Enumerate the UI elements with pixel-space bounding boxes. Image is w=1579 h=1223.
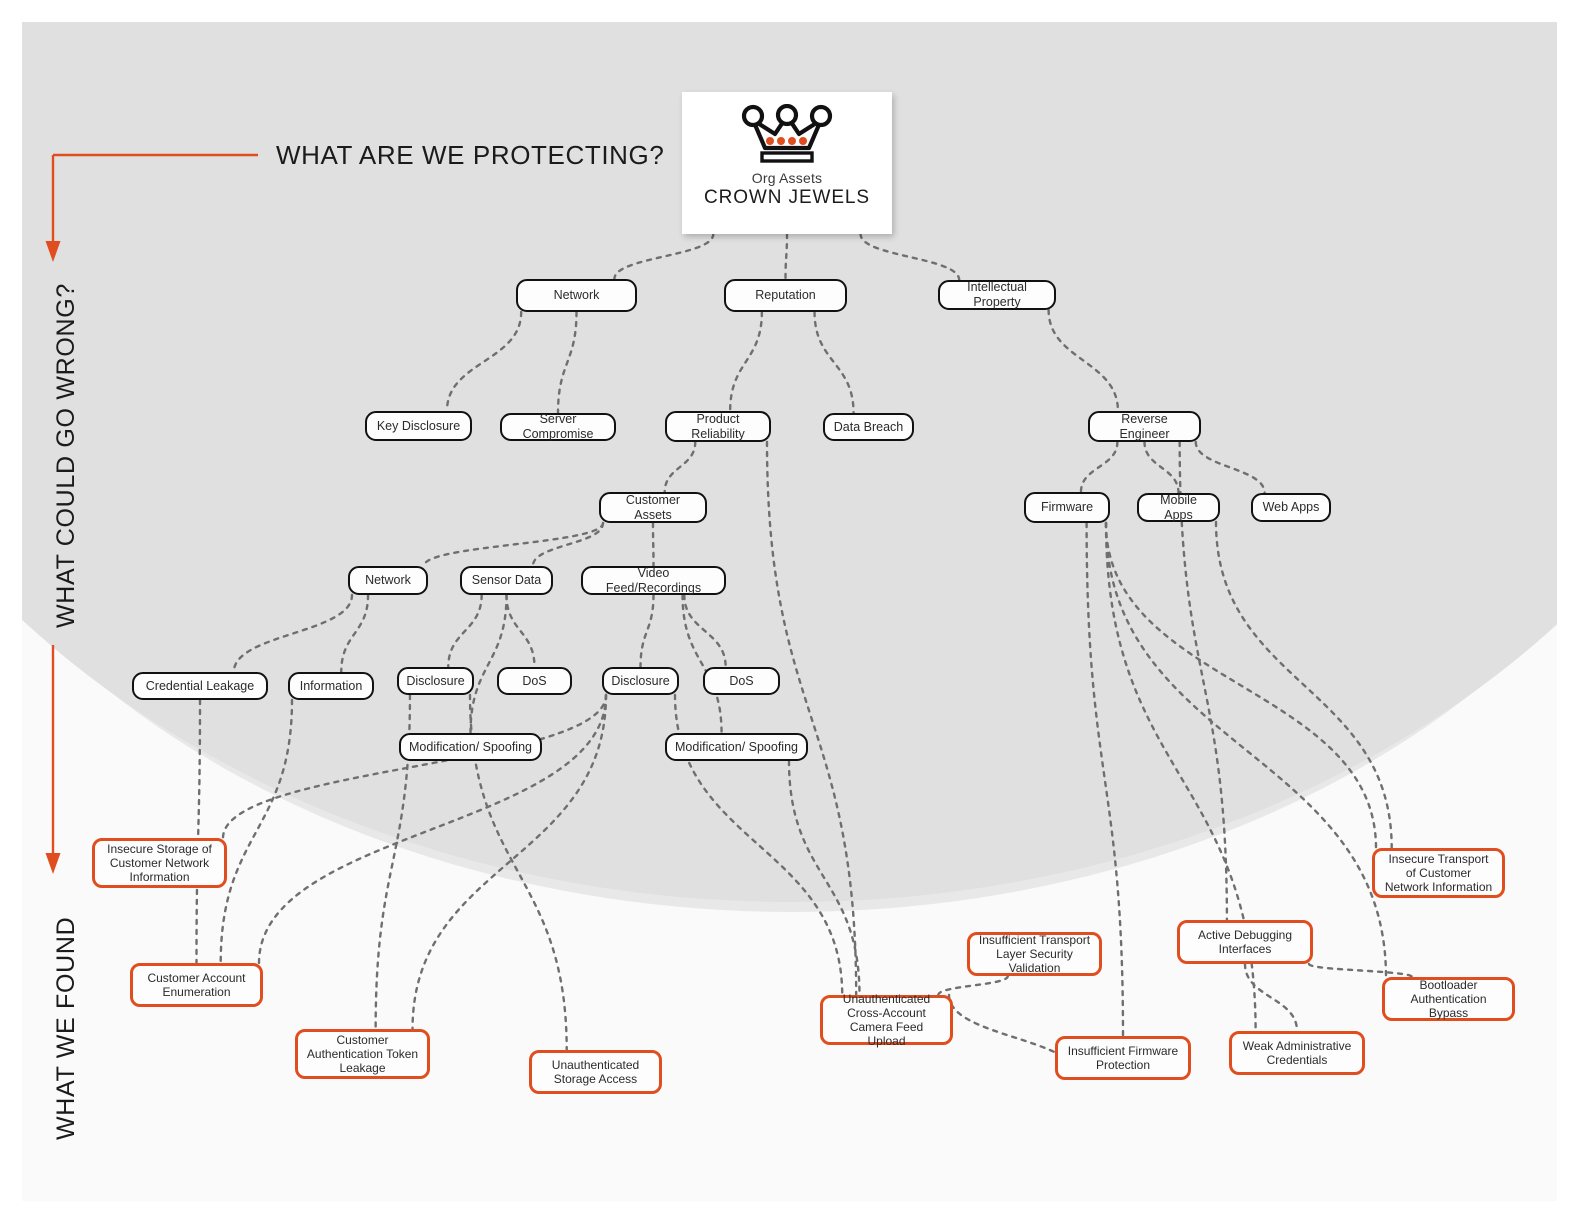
node-label: Network: [553, 288, 600, 303]
node-label: Data Breach: [833, 419, 904, 434]
node-network_cust[interactable]: Network: [348, 566, 428, 595]
node-bootloader_bypass[interactable]: Bootloader Authentication Bypass: [1382, 977, 1515, 1021]
node-label: Key Disclosure: [376, 418, 461, 433]
node-insecure_storage[interactable]: Insecure Storage of Customer Network Inf…: [92, 838, 227, 888]
node-label: Information: [299, 678, 363, 693]
node-label: Insecure Storage of Customer Network Inf…: [107, 841, 212, 885]
node-weak_admin[interactable]: Weak Administrative Credentials: [1229, 1031, 1365, 1075]
node-label: Product Reliability: [691, 411, 745, 441]
node-label: Customer Account Enumeration: [147, 970, 246, 999]
node-mod_spoof_1[interactable]: Modification/ Spoofing: [399, 733, 542, 761]
node-label: Unauthenticated Storage Access: [551, 1057, 640, 1086]
node-label: Weak Administrative Credentials: [1242, 1038, 1352, 1067]
node-label: Modification/ Spoofing: [675, 739, 798, 754]
node-reverse_engineer[interactable]: Reverse Engineer: [1088, 411, 1201, 442]
node-data_breach[interactable]: Data Breach: [823, 413, 914, 441]
node-label: Active Debugging Interfaces: [1197, 927, 1293, 956]
node-disclosure_1[interactable]: Disclosure: [397, 667, 474, 695]
node-mobile_apps[interactable]: Mobile Apps: [1137, 493, 1220, 522]
node-cust_auth_token[interactable]: Customer Authentication Token Leakage: [295, 1029, 430, 1079]
node-label: DoS: [729, 673, 754, 688]
node-insufficient_firmware[interactable]: Insufficient Firmware Protection: [1055, 1036, 1191, 1080]
node-label: Insufficient Transport Layer Security Va…: [978, 932, 1091, 976]
node-product_reliability[interactable]: Product Reliability: [665, 411, 771, 442]
node-web_apps[interactable]: Web Apps: [1251, 493, 1331, 522]
node-label: Video Feed/Recordings: [605, 565, 702, 595]
node-label: Network: [365, 573, 411, 588]
node-active_debugging[interactable]: Active Debugging Interfaces: [1177, 920, 1313, 964]
node-label: Mobile Apps: [1160, 492, 1197, 522]
node-dos_1[interactable]: DoS: [497, 667, 572, 695]
node-label: Reverse Engineer: [1119, 411, 1170, 441]
node-mod_spoof_2[interactable]: Modification/ Spoofing: [665, 733, 808, 761]
crown-jewels-card[interactable]: Org Assets CROWN JEWELS: [682, 92, 892, 234]
diagram-canvas: Org Assets CROWN JEWELS WHAT ARE WE PROT…: [0, 0, 1579, 1223]
node-label: Disclosure: [406, 673, 465, 688]
node-label: Firmware: [1040, 500, 1094, 515]
node-sensor_data[interactable]: Sensor Data: [460, 566, 553, 595]
node-disclosure_2[interactable]: Disclosure: [602, 667, 679, 695]
crown-icon: [741, 104, 833, 163]
node-label: Bootloader Authentication Bypass: [1410, 977, 1487, 1021]
crown-title: CROWN JEWELS: [704, 187, 870, 208]
heading-what-we-found: WHAT WE FOUND: [52, 916, 80, 1140]
node-label: Web Apps: [1262, 500, 1320, 515]
node-label: Insecure Transport of Customer Network I…: [1384, 851, 1493, 895]
node-credential_leakage[interactable]: Credential Leakage: [132, 672, 268, 700]
node-label: Disclosure: [611, 673, 670, 688]
node-intellectual_property[interactable]: Intellectual Property: [938, 280, 1056, 310]
node-label: Server Compromise: [522, 412, 594, 441]
node-reputation[interactable]: Reputation: [724, 279, 847, 312]
node-label: Credential Leakage: [145, 678, 255, 693]
node-information[interactable]: Information: [288, 672, 374, 700]
node-label: Insufficient Firmware Protection: [1067, 1043, 1179, 1072]
node-unauth_cross_account[interactable]: Unauthenticated Cross-Account Camera Fee…: [820, 992, 953, 1048]
node-label: Reputation: [755, 288, 816, 303]
heading-protecting: WHAT ARE WE PROTECTING?: [276, 140, 665, 170]
node-insufficient_tls[interactable]: Insufficient Transport Layer Security Va…: [967, 932, 1102, 976]
node-network_top[interactable]: Network: [516, 279, 637, 312]
node-label: DoS: [522, 673, 547, 688]
node-label: Intellectual Property: [967, 280, 1027, 309]
crown-subtitle: Org Assets: [751, 170, 823, 186]
node-label: Sensor Data: [471, 573, 542, 588]
node-label: Modification/ Spoofing: [409, 739, 532, 754]
node-cust_account_enum[interactable]: Customer Account Enumeration: [130, 963, 263, 1007]
node-label: Customer Authentication Token Leakage: [306, 1032, 419, 1076]
node-server_compromise[interactable]: Server Compromise: [500, 412, 616, 441]
node-dos_2[interactable]: DoS: [703, 667, 780, 695]
node-insecure_transport[interactable]: Insecure Transport of Customer Network I…: [1372, 848, 1505, 898]
node-label: Unauthenticated Cross-Account Camera Fee…: [842, 991, 931, 1049]
node-firmware[interactable]: Firmware: [1024, 492, 1110, 523]
node-unauth_storage[interactable]: Unauthenticated Storage Access: [529, 1050, 662, 1094]
node-customer_assets[interactable]: Customer Assets: [599, 492, 707, 523]
node-label: Customer Assets: [625, 492, 681, 522]
node-video_feed[interactable]: Video Feed/Recordings: [581, 566, 726, 595]
heading-what-could-go-wrong: WHAT COULD GO WRONG?: [52, 282, 80, 628]
node-key_disclosure[interactable]: Key Disclosure: [365, 411, 472, 441]
